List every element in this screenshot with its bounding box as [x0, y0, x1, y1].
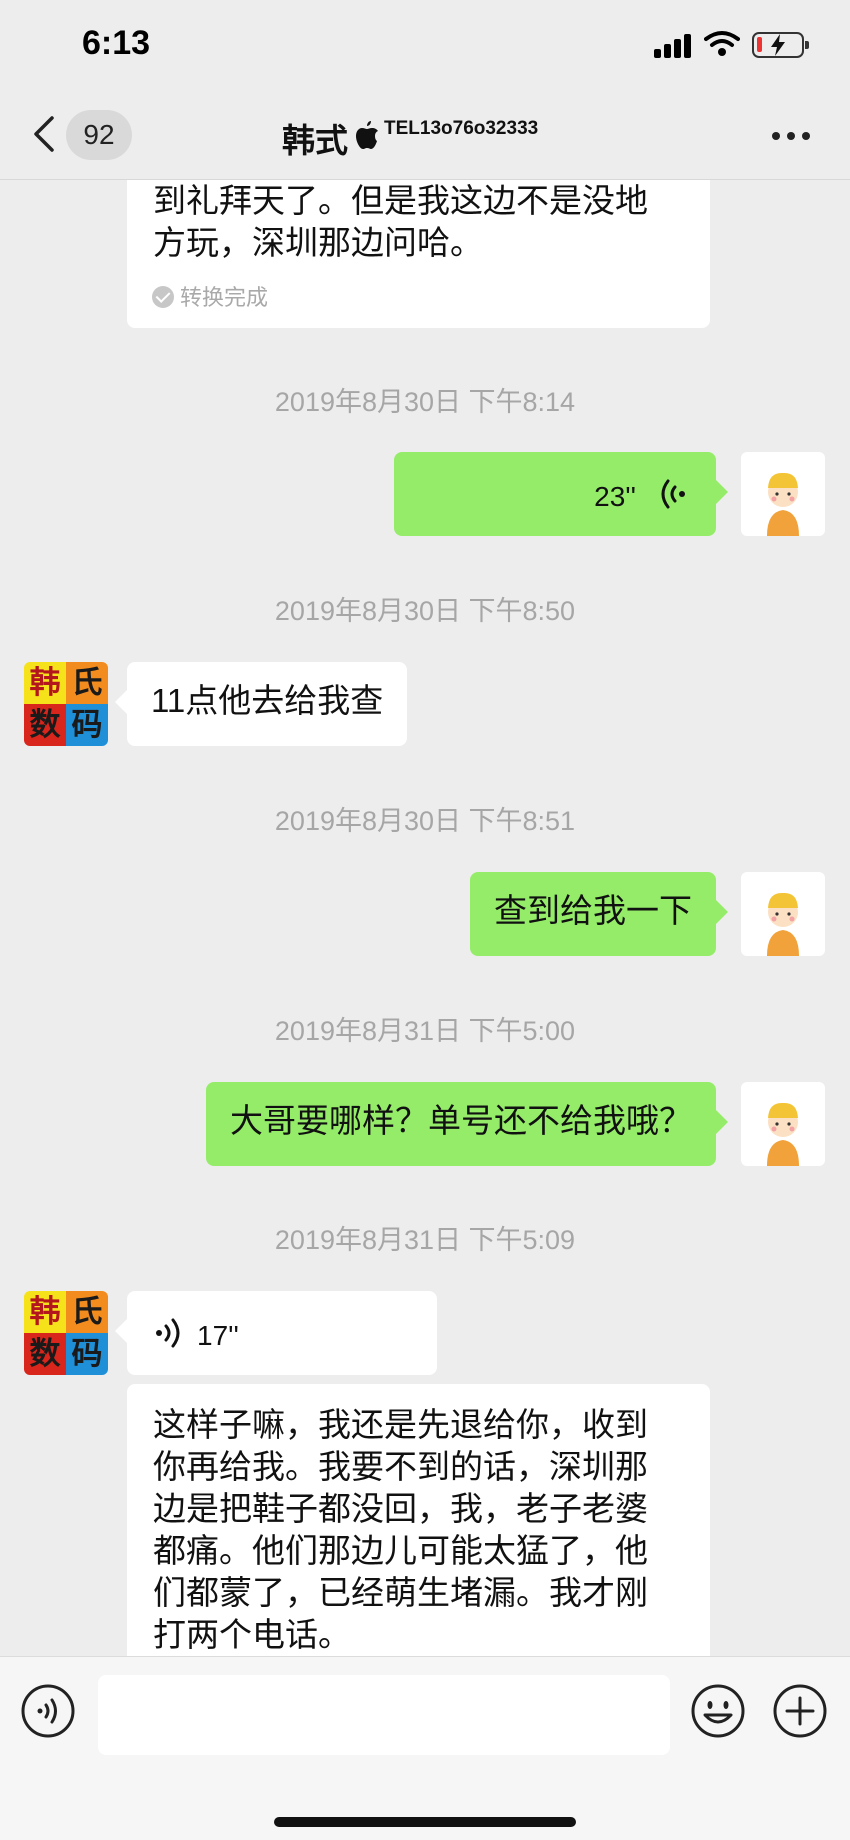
battery-icon: [752, 32, 809, 58]
transcription-status: 转换完成: [152, 280, 268, 312]
my-avatar[interactable]: [741, 1082, 825, 1166]
message-bubble-outgoing[interactable]: 大哥要哪样？单号还不给我哦？: [206, 1082, 728, 1166]
home-indicator[interactable]: [274, 1817, 576, 1827]
chevron-left-icon[interactable]: [30, 114, 58, 154]
voice-wave-icon: [156, 1318, 180, 1348]
message-bubble-outgoing[interactable]: 查到给我一下: [470, 872, 728, 956]
input-bar: [0, 1656, 850, 1840]
avatar-char: 韩: [24, 1291, 66, 1333]
unread-count-badge[interactable]: 92: [66, 110, 132, 160]
avatar-cartoon-icon: [767, 472, 799, 536]
avatar-char: 码: [66, 1333, 108, 1375]
chat-header: 92 韩式 TEL13o76o32333: [0, 92, 850, 180]
status-time: 6:13: [82, 24, 151, 62]
avatar-char: 数: [24, 1333, 66, 1375]
message-input[interactable]: [98, 1675, 670, 1755]
wifi-icon: [704, 31, 740, 56]
voice-message-incoming[interactable]: 17'': [115, 1291, 437, 1375]
message-bubble-incoming[interactable]: 11点他去给我查: [114, 662, 408, 746]
emoji-icon[interactable]: [690, 1683, 746, 1739]
avatar-char: 码: [66, 704, 108, 746]
contact-avatar[interactable]: 韩 氏 数 码: [24, 1291, 108, 1375]
message-text: 方玩，深圳那边问哈。: [153, 224, 483, 261]
message-timestamp: 2019年8月31日 下午5:09: [274, 1225, 576, 1255]
my-avatar[interactable]: [741, 452, 825, 536]
avatar-char: 韩: [24, 662, 66, 704]
message-text: 查到给我一下: [494, 892, 692, 929]
message-timestamp: 2019年8月30日 下午8:50: [274, 596, 576, 626]
message-text: 你再给我。我要不到的话，深圳那: [153, 1448, 648, 1485]
voice-message-outgoing[interactable]: 23'': [394, 452, 728, 536]
status-bar: 6:13: [0, 0, 850, 92]
ellipsis-icon[interactable]: [772, 132, 812, 142]
avatar-char: 氏: [66, 662, 108, 704]
chat-title: 韩式: [282, 122, 348, 159]
avatar-cartoon-icon: [767, 892, 799, 956]
chat-subtitle: TEL13o76o32333: [384, 118, 539, 139]
message-text: 大哥要哪样？单号还不给我哦？: [230, 1102, 692, 1139]
message-text: 这样子嘛，我还是先退给你，收到: [153, 1406, 648, 1443]
message-text: 边是把鞋子都没回，我，老子老婆: [153, 1490, 648, 1527]
message-timestamp: 2019年8月30日 下午8:14: [274, 387, 576, 417]
plus-icon[interactable]: [772, 1683, 828, 1739]
avatar-char: 数: [24, 704, 66, 746]
message-text: 都痛。他们那边儿可能太猛了，他: [153, 1532, 648, 1569]
message-text: 打两个电话。: [153, 1616, 351, 1653]
voice-mode-icon[interactable]: [20, 1683, 76, 1739]
my-avatar[interactable]: [741, 872, 825, 956]
contact-avatar[interactable]: 韩 氏 数 码: [24, 662, 108, 746]
cellular-signal-icon: [654, 34, 694, 58]
check-circle-icon: [152, 286, 174, 308]
voice-wave-icon: [661, 479, 685, 509]
message-timestamp: 2019年8月31日 下午5:00: [274, 1016, 576, 1046]
voice-duration: 17'': [197, 1320, 239, 1351]
message-bubble-incoming[interactable]: 这样子嘛，我还是先退给你，收到 你再给我。我要不到的话，深圳那 边是把鞋子都没回…: [127, 1384, 710, 1674]
voice-duration: 23'': [594, 481, 636, 512]
avatar-char: 氏: [66, 1291, 108, 1333]
avatar-cartoon-icon: [767, 1102, 799, 1166]
message-text: 到礼拜天了。但是我这边不是没地: [153, 182, 648, 219]
message-timestamp: 2019年8月30日 下午8:51: [274, 806, 576, 836]
apple-icon: [356, 121, 378, 149]
message-text: 11点他去给我查: [151, 682, 384, 719]
message-text: 们都蒙了，已经萌生堵漏。我才刚: [153, 1574, 648, 1611]
